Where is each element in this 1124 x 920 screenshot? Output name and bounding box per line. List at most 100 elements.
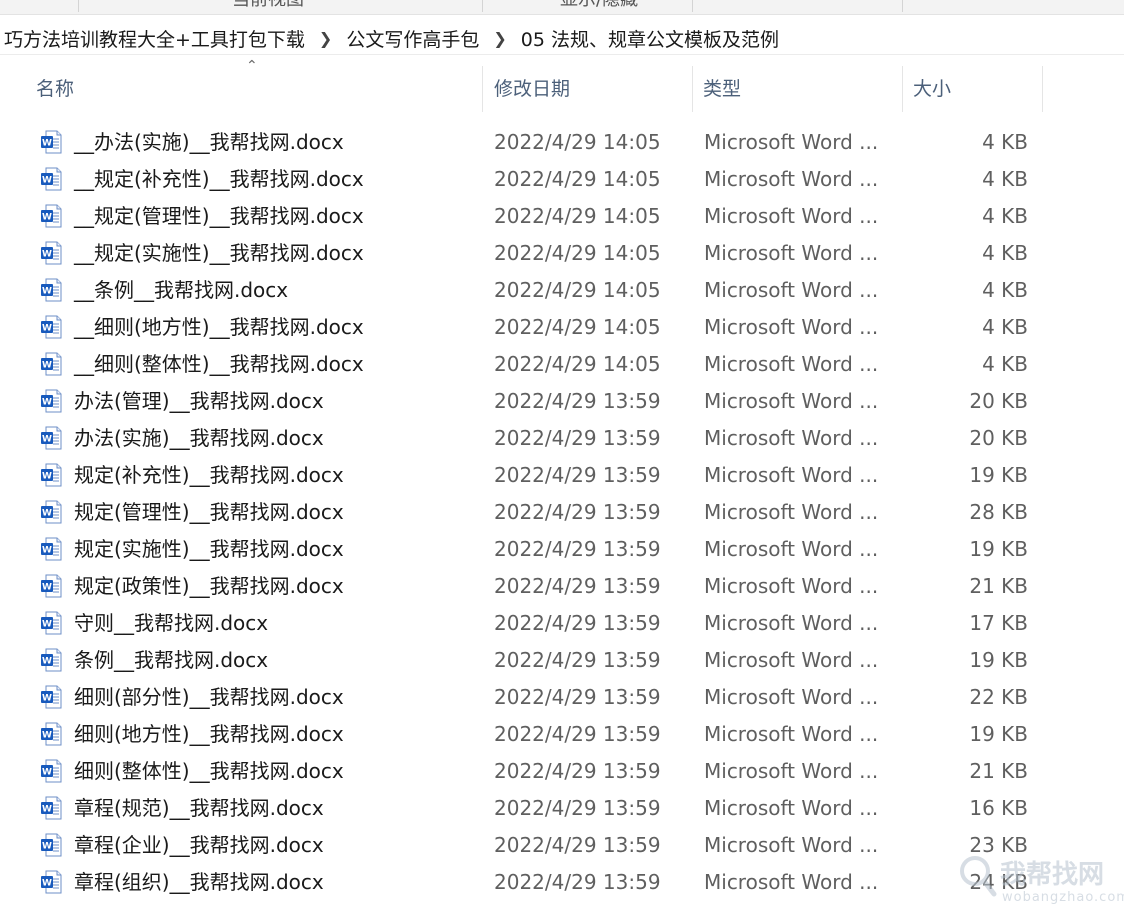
breadcrumb-item[interactable]: 05 法规、规章公文模板及范例 [517, 25, 783, 52]
file-modified-date: 2022/4/29 13:59 [494, 685, 661, 709]
file-name[interactable]: 章程(规范)__我帮找网.docx [74, 790, 324, 827]
file-row[interactable]: W 规定(政策性)__我帮找网.docx 2022/4/29 13:59 Mic… [0, 568, 1124, 605]
file-row[interactable]: W 章程(组织)__我帮找网.docx 2022/4/29 13:59 Micr… [0, 864, 1124, 901]
file-name[interactable]: __办法(实施)__我帮找网.docx [74, 124, 344, 161]
file-name[interactable]: 条例__我帮找网.docx [74, 642, 268, 679]
ribbon-strip: 当前视图 显示/隐藏 [0, 0, 1124, 15]
file-row[interactable]: W 守则__我帮找网.docx 2022/4/29 13:59 Microsof… [0, 605, 1124, 642]
svg-text:W: W [42, 583, 52, 593]
file-type: Microsoft Word ... [704, 241, 879, 265]
file-size: 19 KB [969, 722, 1028, 746]
file-list: W __办法(实施)__我帮找网.docx 2022/4/29 14:05 Mi… [0, 124, 1124, 901]
file-row[interactable]: W __办法(实施)__我帮找网.docx 2022/4/29 14:05 Mi… [0, 124, 1124, 161]
word-document-icon: W [41, 648, 62, 672]
file-size: 16 KB [969, 796, 1028, 820]
file-row[interactable]: W 章程(规范)__我帮找网.docx 2022/4/29 13:59 Micr… [0, 790, 1124, 827]
file-row[interactable]: W __规定(补充性)__我帮找网.docx 2022/4/29 14:05 M… [0, 161, 1124, 198]
word-document-icon: W [41, 167, 62, 191]
watermark-logo: 我帮找网 wobangzhao.com [958, 852, 1124, 916]
file-modified-date: 2022/4/29 13:59 [494, 648, 661, 672]
file-name[interactable]: 办法(管理)__我帮找网.docx [74, 383, 324, 420]
column-divider[interactable] [1042, 66, 1043, 112]
file-name[interactable]: __规定(管理性)__我帮找网.docx [74, 198, 364, 235]
file-name[interactable]: 办法(实施)__我帮找网.docx [74, 420, 324, 457]
file-name[interactable]: 章程(企业)__我帮找网.docx [74, 827, 324, 864]
chevron-right-icon[interactable]: ❯ [309, 29, 342, 48]
breadcrumb-item[interactable]: 公文写作高手包 [342, 25, 483, 52]
file-name[interactable]: __细则(地方性)__我帮找网.docx [74, 309, 364, 346]
file-name[interactable]: 规定(政策性)__我帮找网.docx [74, 568, 344, 605]
file-row[interactable]: W 办法(实施)__我帮找网.docx 2022/4/29 13:59 Micr… [0, 420, 1124, 457]
file-name[interactable]: 细则(地方性)__我帮找网.docx [74, 716, 344, 753]
file-row[interactable]: W 规定(管理性)__我帮找网.docx 2022/4/29 13:59 Mic… [0, 494, 1124, 531]
file-size: 28 KB [969, 500, 1028, 524]
show-hide-group[interactable]: 显示/隐藏 [560, 0, 638, 12]
file-modified-date: 2022/4/29 13:59 [494, 426, 661, 450]
column-header-date[interactable]: 修改日期 [494, 64, 570, 114]
file-row[interactable]: W 细则(地方性)__我帮找网.docx 2022/4/29 13:59 Mic… [0, 716, 1124, 753]
column-header-name[interactable]: 名称 [36, 64, 74, 114]
file-size: 20 KB [969, 426, 1028, 450]
file-name[interactable]: __规定(补充性)__我帮找网.docx [74, 161, 364, 198]
file-modified-date: 2022/4/29 13:59 [494, 870, 661, 894]
column-divider[interactable] [692, 66, 693, 112]
file-type: Microsoft Word ... [704, 870, 879, 894]
file-name[interactable]: 细则(整体性)__我帮找网.docx [74, 753, 344, 790]
file-name[interactable]: 细则(部分性)__我帮找网.docx [74, 679, 344, 716]
svg-text:W: W [42, 879, 52, 889]
file-name[interactable]: 规定(实施性)__我帮找网.docx [74, 531, 344, 568]
word-document-icon: W [41, 426, 62, 450]
file-name[interactable]: 守则__我帮找网.docx [74, 605, 268, 642]
breadcrumb: 巧方法培训教程大全+工具打包下载 ❯ 公文写作高手包 ❯ 05 法规、规章公文模… [0, 22, 1124, 55]
file-size: 19 KB [969, 463, 1028, 487]
file-row[interactable]: W 规定(实施性)__我帮找网.docx 2022/4/29 13:59 Mic… [0, 531, 1124, 568]
file-row[interactable]: W 办法(管理)__我帮找网.docx 2022/4/29 13:59 Micr… [0, 383, 1124, 420]
svg-text:W: W [42, 176, 52, 186]
svg-text:W: W [42, 213, 52, 223]
svg-text:W: W [42, 509, 52, 519]
file-row[interactable]: W 细则(部分性)__我帮找网.docx 2022/4/29 13:59 Mic… [0, 679, 1124, 716]
file-type: Microsoft Word ... [704, 796, 879, 820]
word-document-icon: W [41, 389, 62, 413]
svg-text:W: W [42, 768, 52, 778]
file-name[interactable]: __规定(实施性)__我帮找网.docx [74, 235, 364, 272]
file-row[interactable]: W __规定(实施性)__我帮找网.docx 2022/4/29 14:05 M… [0, 235, 1124, 272]
file-row[interactable]: W __细则(整体性)__我帮找网.docx 2022/4/29 14:05 M… [0, 346, 1124, 383]
file-size: 22 KB [969, 685, 1028, 709]
file-name[interactable]: 章程(组织)__我帮找网.docx [74, 864, 324, 901]
breadcrumb-item[interactable]: 巧方法培训教程大全+工具打包下载 [0, 25, 309, 52]
file-row[interactable]: W 条例__我帮找网.docx 2022/4/29 13:59 Microsof… [0, 642, 1124, 679]
file-row[interactable]: W __细则(地方性)__我帮找网.docx 2022/4/29 14:05 M… [0, 309, 1124, 346]
column-headers: ⌃ 名称 修改日期 类型 大小 [0, 58, 1124, 114]
file-name[interactable]: 规定(管理性)__我帮找网.docx [74, 494, 344, 531]
column-divider[interactable] [482, 66, 483, 112]
file-row[interactable]: W 细则(整体性)__我帮找网.docx 2022/4/29 13:59 Mic… [0, 753, 1124, 790]
file-type: Microsoft Word ... [704, 648, 879, 672]
file-type: Microsoft Word ... [704, 278, 879, 302]
file-row[interactable]: W 规定(补充性)__我帮找网.docx 2022/4/29 13:59 Mic… [0, 457, 1124, 494]
file-row[interactable]: W __规定(管理性)__我帮找网.docx 2022/4/29 14:05 M… [0, 198, 1124, 235]
file-name[interactable]: __细则(整体性)__我帮找网.docx [74, 346, 364, 383]
word-document-icon: W [41, 870, 62, 894]
file-type: Microsoft Word ... [704, 685, 879, 709]
file-row[interactable]: W 章程(企业)__我帮找网.docx 2022/4/29 13:59 Micr… [0, 827, 1124, 864]
svg-text:W: W [42, 694, 52, 704]
current-view-group[interactable]: 当前视图 [232, 0, 304, 12]
file-name[interactable]: __条例__我帮找网.docx [74, 272, 288, 309]
file-modified-date: 2022/4/29 13:59 [494, 500, 661, 524]
file-type: Microsoft Word ... [704, 537, 879, 561]
column-header-type[interactable]: 类型 [703, 64, 741, 114]
column-header-size[interactable]: 大小 [913, 64, 951, 114]
file-type: Microsoft Word ... [704, 315, 879, 339]
word-document-icon: W [41, 611, 62, 635]
svg-text:W: W [42, 546, 52, 556]
file-row[interactable]: W __条例__我帮找网.docx 2022/4/29 14:05 Micros… [0, 272, 1124, 309]
file-type: Microsoft Word ... [704, 759, 879, 783]
word-document-icon: W [41, 463, 62, 487]
file-name[interactable]: 规定(补充性)__我帮找网.docx [74, 457, 344, 494]
chevron-right-icon[interactable]: ❯ [483, 29, 516, 48]
column-divider[interactable] [902, 66, 903, 112]
file-type: Microsoft Word ... [704, 463, 879, 487]
word-document-icon: W [41, 204, 62, 228]
svg-text:W: W [42, 361, 52, 371]
